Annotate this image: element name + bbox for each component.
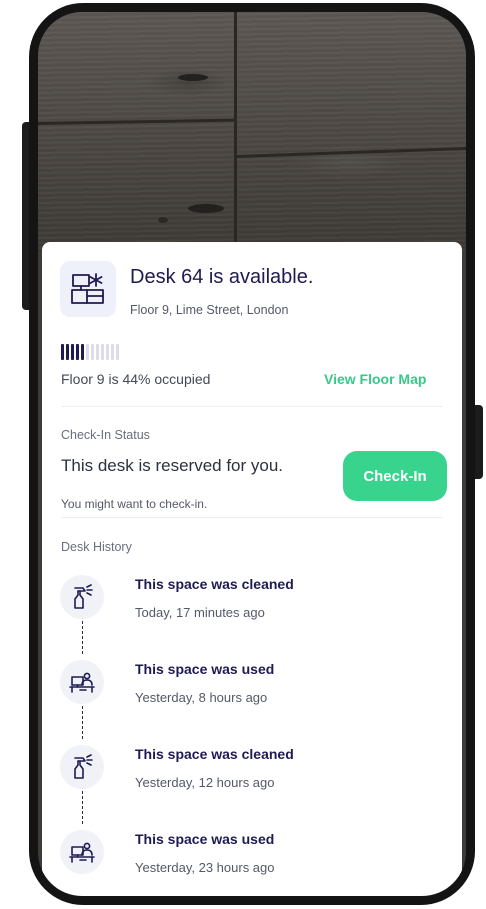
floor-photo [38, 12, 466, 252]
photo-detail [234, 12, 237, 252]
history-item-time: Yesterday, 8 hours ago [135, 690, 268, 705]
occupancy-bar-filled [81, 344, 84, 360]
check-in-button[interactable]: Check-In [343, 451, 447, 501]
history-item-title: This space was cleaned [135, 746, 294, 762]
photo-detail [178, 74, 208, 81]
occupancy-bar-empty [111, 344, 114, 360]
view-floor-map-link[interactable]: View Floor Map [324, 371, 426, 387]
divider [61, 517, 443, 518]
spray-bottle-icon [60, 575, 104, 619]
divider [61, 406, 443, 407]
history-item: This space was cleaned Today, 17 minutes… [42, 575, 462, 645]
history-item: This space was used Yesterday, 23 hours … [42, 830, 462, 896]
desk-detail-card: Desk 64 is available. Floor 9, Lime Stre… [42, 242, 462, 896]
history-item-time: Yesterday, 23 hours ago [135, 860, 275, 875]
desk-history-label: Desk History [61, 540, 132, 554]
history-item-title: This space was used [135, 661, 275, 677]
phone-side-button-right [474, 405, 483, 479]
photo-detail [38, 118, 234, 125]
spray-bottle-icon [60, 745, 104, 789]
occupancy-text: Floor 9 is 44% occupied [61, 371, 211, 387]
desk-location: Floor 9, Lime Street, London [130, 303, 289, 317]
checkin-status-label: Check-In Status [61, 428, 150, 442]
history-item-time: Today, 17 minutes ago [135, 605, 265, 620]
photo-detail [236, 146, 466, 158]
occupancy-bar-empty [91, 344, 94, 360]
photo-detail [188, 204, 224, 213]
checkin-status-text: This desk is reserved for you. [61, 456, 284, 475]
occupancy-meter [61, 344, 119, 360]
occupancy-bar-empty [116, 344, 119, 360]
occupancy-bar-filled [76, 344, 79, 360]
history-item: This space was cleaned Yesterday, 12 hou… [42, 745, 462, 815]
occupancy-bar-empty [96, 344, 99, 360]
phone-screen: Desk 64 is available. Floor 9, Lime Stre… [38, 12, 466, 896]
occupancy-bar-filled [61, 344, 64, 360]
occupancy-bar-filled [66, 344, 69, 360]
workstation-icon [60, 830, 104, 874]
checkin-hint: You might want to check-in. [61, 497, 208, 511]
history-item-title: This space was cleaned [135, 576, 294, 592]
workstation-icon [60, 660, 104, 704]
desk-icon [60, 261, 116, 317]
occupancy-bar-empty [101, 344, 104, 360]
history-item-time: Yesterday, 12 hours ago [135, 775, 275, 790]
occupancy-bar-filled [71, 344, 74, 360]
desk-title: Desk 64 is available. [130, 266, 314, 288]
history-item: This space was used Yesterday, 8 hours a… [42, 660, 462, 730]
occupancy-bar-empty [86, 344, 89, 360]
photo-detail [158, 217, 168, 223]
history-item-title: This space was used [135, 831, 275, 847]
occupancy-bar-empty [106, 344, 109, 360]
